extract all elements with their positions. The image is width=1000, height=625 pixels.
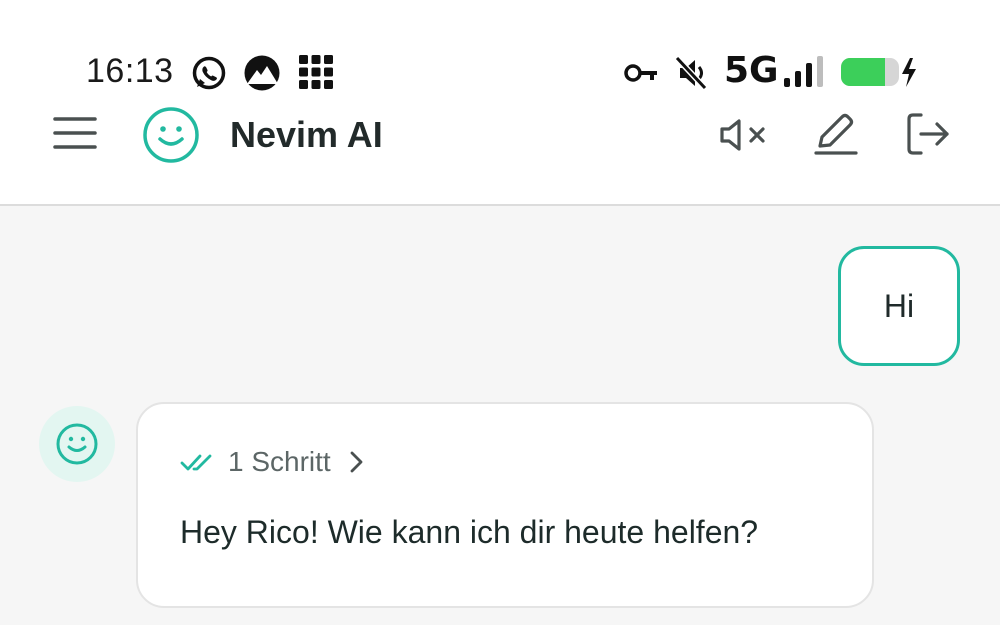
assistant-message-text: Hey Rico! Wie kann ich dir heute helfen?	[180, 514, 759, 550]
assistant-avatar	[39, 406, 115, 482]
assistant-message-card: 1 Schritt Hey Rico! Wie kann ich dir heu…	[136, 402, 874, 608]
logout-icon[interactable]	[904, 112, 952, 156]
user-message-text: Hi	[883, 287, 915, 324]
network-type: 5G	[724, 50, 779, 91]
user-message-bubble: Hi	[838, 246, 960, 366]
signal-icon	[784, 56, 823, 87]
mute-icon	[674, 55, 708, 91]
top-bar: 16:13 5G Nevim AI	[0, 0, 1000, 206]
status-time: 16:13	[86, 52, 174, 90]
app-title: Nevim AI	[230, 114, 383, 155]
smiley-avatar-icon	[56, 423, 98, 465]
steps-toggle[interactable]: 1 Schritt	[180, 444, 365, 480]
key-icon	[624, 64, 657, 82]
edit-icon[interactable]	[812, 112, 860, 156]
whatsapp-icon	[192, 56, 226, 90]
vpn-mountain-icon	[244, 55, 280, 91]
app-grid-icon	[299, 55, 333, 89]
menu-icon[interactable]	[52, 114, 98, 152]
battery-charging-icon	[841, 58, 916, 87]
volume-mute-icon[interactable]	[718, 116, 770, 154]
chevron-right-icon	[350, 451, 363, 473]
smiley-logo-icon	[143, 107, 199, 163]
steps-label: 1 Schritt	[228, 446, 331, 477]
double-check-icon	[180, 454, 212, 471]
